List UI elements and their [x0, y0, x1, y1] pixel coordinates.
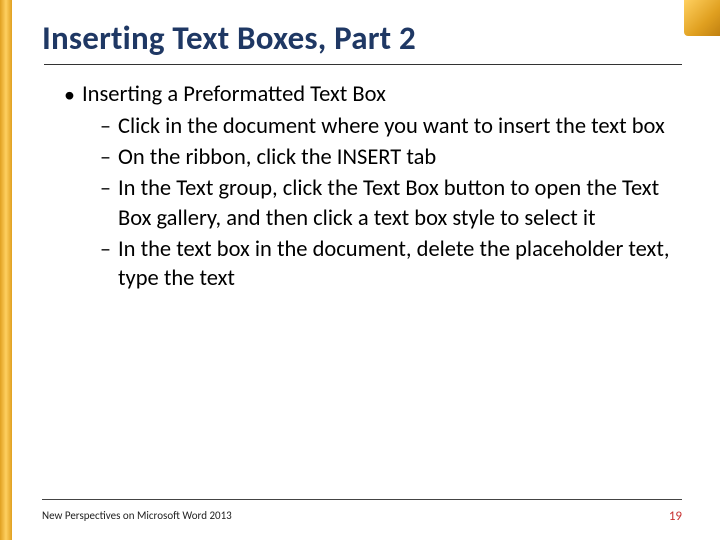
bullet-list-level1: Inserting a Preformatted Text Box Click … [48, 81, 682, 293]
title-underline [44, 64, 682, 65]
bullet-text: In the text box in the document, delete … [118, 236, 669, 292]
bullet-text: Inserting a Preformatted Text Box [82, 81, 386, 108]
footer-text: New Perspectives on Microsoft Word 2013 [42, 509, 232, 522]
slide-title: Inserting Text Boxes, Part 2 [42, 18, 682, 58]
list-item: In the Text group, click the Text Box bu… [100, 174, 682, 233]
bullet-text: In the Text group, click the Text Box bu… [118, 175, 659, 231]
slide-body: Inserting Text Boxes, Part 2 Inserting a… [12, 0, 720, 540]
page-number: 19 [669, 509, 682, 524]
footer-divider [42, 499, 682, 500]
list-item: On the ribbon, click the INSERT tab [100, 143, 682, 172]
left-accent-bar [0, 0, 12, 540]
list-item: Click in the document where you want to … [100, 112, 682, 141]
list-item: Inserting a Preformatted Text Box Click … [64, 81, 682, 293]
bullet-text: On the ribbon, click the INSERT tab [118, 144, 436, 171]
list-item: In the text box in the document, delete … [100, 235, 682, 294]
slide-content: Inserting a Preformatted Text Box Click … [42, 81, 682, 293]
bullet-text: Click in the document where you want to … [118, 113, 665, 140]
bullet-list-level2: Click in the document where you want to … [82, 112, 682, 294]
